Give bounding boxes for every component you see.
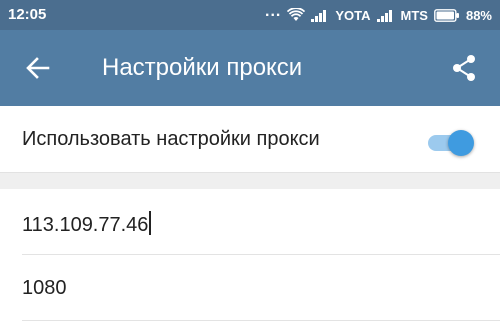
- app-toolbar: Настройки прокси: [0, 30, 500, 106]
- share-icon[interactable]: [448, 52, 480, 84]
- server-field[interactable]: 113.109.77.46: [0, 189, 500, 255]
- signal-icon: [311, 9, 327, 22]
- carrier-mts: MTS: [400, 7, 428, 23]
- section-divider: [0, 172, 500, 189]
- status-time: 12:05: [8, 6, 47, 23]
- server-text: 113.109.77.46: [22, 214, 149, 236]
- battery-percent: 88%: [465, 7, 492, 23]
- use-proxy-switch[interactable]: [424, 130, 474, 156]
- use-proxy-label: Использовать настройки прокси: [22, 128, 320, 150]
- use-proxy-row[interactable]: Использовать настройки прокси: [0, 106, 500, 172]
- switch-thumb: [448, 130, 474, 156]
- field-divider: [22, 320, 500, 321]
- status-bar: 12:05 ... YOTA MTS 88%: [0, 0, 500, 30]
- server-value: 113.109.77.46: [22, 211, 152, 237]
- page-title: Настройки прокси: [102, 54, 303, 81]
- notification-dots: ...: [265, 3, 282, 20]
- back-arrow-icon[interactable]: [22, 52, 54, 84]
- status-icons: ... YOTA MTS 88%: [265, 3, 492, 25]
- signal-icon: [376, 9, 392, 22]
- port-value: 1080: [22, 277, 67, 299]
- carrier-yota: YOTA: [335, 7, 371, 23]
- wifi-icon: [287, 8, 306, 21]
- port-field[interactable]: 1080: [0, 255, 500, 321]
- battery-icon: [434, 8, 459, 22]
- text-cursor: [149, 211, 152, 235]
